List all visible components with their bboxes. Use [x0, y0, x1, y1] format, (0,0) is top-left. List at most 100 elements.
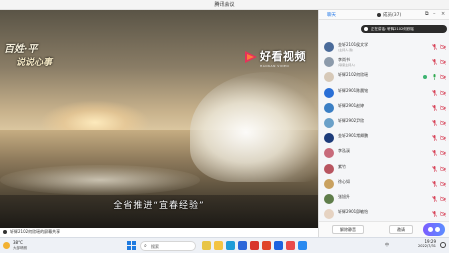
screen-share-label: 轩辉2102何欣瑶的屏幕共享: [10, 229, 61, 234]
avatar: [324, 117, 334, 128]
popout-icon[interactable]: ⧉: [425, 11, 429, 17]
store-icon[interactable]: [238, 241, 247, 250]
weather-condition: 大部晴朗: [13, 246, 27, 250]
unmute-all-button[interactable]: 解除静音: [332, 225, 364, 234]
mic-muted-icon[interactable]: [432, 59, 437, 66]
camera-off-icon[interactable]: [440, 120, 446, 126]
show-logo: 百姓·平 说说心事: [4, 40, 76, 80]
taskbar-search[interactable]: ⌕ 搜索: [140, 241, 196, 251]
weather-temp: 38°C: [13, 240, 23, 245]
windows-taskbar: 38°C 大部晴朗 ⌕ 搜索 中 19:29 2022/7/31: [0, 237, 449, 253]
avatar: [324, 178, 334, 189]
mic-muted-icon[interactable]: [432, 135, 437, 142]
member-row[interactable]: 轩辉2901赵婷: [319, 101, 449, 116]
title-bar: 腾讯会议: [0, 0, 449, 10]
speaker-icon: [364, 27, 368, 31]
member-name: 轩辉2901赵婷: [338, 102, 365, 108]
mic-muted-icon[interactable]: [432, 119, 437, 126]
speaking-notice-text: 正在讲话: 轩辉2102何欣瑶: [371, 26, 414, 31]
camera-off-icon[interactable]: [440, 196, 446, 202]
channel-logo: 好看视频 HAOKAN VIDEO: [244, 48, 306, 72]
member-name: 张旭升: [338, 193, 350, 199]
copilot-icon[interactable]: [202, 241, 211, 250]
avatar: [324, 193, 334, 204]
member-row[interactable]: 李泓溪: [319, 146, 449, 161]
member-row[interactable]: 李尚书 (联席主持人): [319, 55, 449, 70]
shared-screen-video[interactable]: 百姓·平 说说心事 好看视频 HAOKAN VIDEO 全省推进“宜春经验”: [0, 10, 318, 228]
camera-off-icon[interactable]: [440, 44, 446, 50]
assistant-eye-left-icon: [428, 227, 433, 232]
wps-icon[interactable]: [250, 241, 259, 250]
member-row[interactable]: 轩辉2901陈晨铭: [319, 86, 449, 101]
search-icon: ⌕: [144, 243, 147, 249]
invite-button[interactable]: 邀请: [389, 225, 413, 234]
camera-off-icon[interactable]: [440, 89, 446, 96]
mic-on-icon[interactable]: [432, 74, 437, 81]
mic-muted-icon[interactable]: [432, 104, 437, 111]
blue-app-icon[interactable]: [298, 241, 307, 250]
avatar: [324, 87, 334, 98]
panel-tabs: 聊天 成员(37) ⧉ – ×: [319, 10, 449, 20]
camera-off-icon[interactable]: [440, 59, 446, 65]
mic-muted-icon[interactable]: [432, 89, 437, 96]
member-row[interactable]: 金轩2901常卿鹏: [319, 131, 449, 146]
member-row[interactable]: 轩辉2901邱敏怡: [319, 207, 449, 222]
mic-muted-icon[interactable]: [432, 150, 437, 157]
mic-muted-icon[interactable]: [432, 211, 437, 218]
members-icon: [377, 13, 381, 17]
search-placeholder: 搜索: [151, 244, 159, 249]
member-row[interactable]: 张旭升: [319, 192, 449, 207]
file-explorer-icon[interactable]: [214, 241, 223, 250]
meeting-assistant-button[interactable]: [423, 223, 445, 236]
camera-off-icon[interactable]: [440, 135, 446, 141]
camera-off-icon[interactable]: [440, 105, 446, 111]
mic-muted-icon[interactable]: [432, 44, 437, 50]
member-name: 徐心如: [338, 178, 350, 184]
member-row[interactable]: 紫竹: [319, 162, 449, 177]
tencent-meeting-icon[interactable]: [274, 241, 283, 250]
notification-icon[interactable]: [440, 242, 446, 248]
weather-widget[interactable]: 38°C 大部晴朗: [3, 240, 43, 252]
tab-members[interactable]: 成员(37): [383, 12, 401, 18]
panel-footer: 解除静音 邀请: [319, 221, 449, 237]
sun-weather-icon: [3, 242, 10, 249]
play-logo-icon: [245, 51, 257, 63]
tencent-meeting-window: 腾讯会议 百姓·平 说说心事 好看视频 HAOKAN VIDEO 全省推进“宜春…: [0, 0, 449, 253]
avatar: [324, 57, 334, 68]
avatar: [324, 209, 334, 220]
member-row[interactable]: 轩辉2902尹欣: [319, 116, 449, 131]
camera-off-icon[interactable]: [440, 211, 446, 217]
member-name: 轩辉2901陈晨铭: [338, 87, 369, 93]
music-app-icon[interactable]: [286, 241, 295, 250]
member-role: (联席主持人): [338, 63, 356, 68]
minimize-icon[interactable]: –: [433, 11, 436, 17]
red-app-icon[interactable]: [262, 241, 271, 250]
mic-muted-icon[interactable]: [432, 165, 437, 172]
side-panel: 聊天 成员(37) ⧉ – × 正在讲话: 轩辉2102何欣瑶 金轩2101侯文…: [318, 10, 449, 237]
windows-start-icon[interactable]: [127, 241, 136, 250]
mic-muted-icon[interactable]: [432, 180, 437, 187]
member-row[interactable]: 徐心如: [319, 177, 449, 192]
ime-indicator[interactable]: 中: [385, 242, 389, 248]
edge-icon[interactable]: [226, 241, 235, 250]
avatar: [324, 163, 334, 174]
avatar: [324, 148, 334, 159]
camera-off-icon[interactable]: [440, 165, 446, 172]
taskbar-clock[interactable]: 19:29 2022/7/31: [408, 239, 436, 248]
speaking-notice: 正在讲话: 轩辉2102何欣瑶: [361, 25, 447, 33]
camera-off-icon[interactable]: [440, 181, 446, 187]
channel-logo-subtext: HAOKAN VIDEO: [260, 64, 290, 68]
camera-off-icon[interactable]: [440, 150, 446, 157]
screen-share-bar[interactable]: 轩辉2102何欣瑶的屏幕共享: [0, 228, 318, 237]
member-row[interactable]: 轩辉2102何欣瑶: [319, 70, 449, 85]
tab-chat[interactable]: 聊天: [327, 12, 336, 18]
assistant-eye-right-icon: [435, 227, 440, 232]
member-name: 轩辉2901邱敏怡: [338, 209, 369, 215]
mic-muted-icon[interactable]: [432, 195, 437, 202]
member-row[interactable]: 金轩2101侯文学 (主持人,我): [319, 40, 449, 55]
close-icon[interactable]: ×: [441, 11, 445, 17]
member-role: (主持人,我): [338, 48, 354, 52]
camera-off-icon[interactable]: [440, 74, 446, 81]
channel-logo-text: 好看视频: [260, 50, 306, 63]
member-name: 轩辉2102何欣瑶: [338, 72, 369, 78]
